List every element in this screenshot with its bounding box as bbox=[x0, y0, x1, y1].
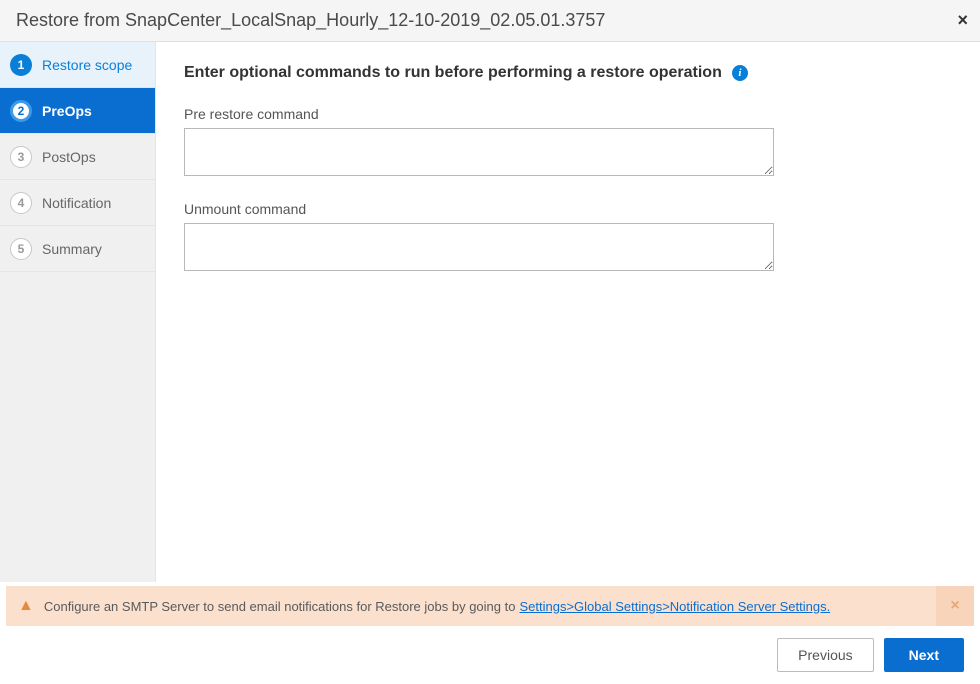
section-heading: Enter optional commands to run before pe… bbox=[184, 64, 952, 82]
unmount-label: Unmount command bbox=[184, 201, 952, 217]
unmount-group: Unmount command bbox=[184, 201, 952, 274]
step-label: Summary bbox=[42, 241, 102, 257]
close-button[interactable]: × bbox=[957, 10, 968, 31]
step-postops[interactable]: 3 PostOps bbox=[0, 134, 155, 180]
next-button[interactable]: Next bbox=[884, 638, 964, 672]
step-restore-scope[interactable]: 1 Restore scope bbox=[0, 42, 155, 88]
dialog-header: Restore from SnapCenter_LocalSnap_Hourly… bbox=[0, 0, 980, 42]
dialog-body: 1 Restore scope 2 PreOps 3 PostOps 4 Not… bbox=[0, 42, 980, 582]
smtp-warning-bar: ▲ Configure an SMTP Server to send email… bbox=[6, 586, 974, 626]
step-notification[interactable]: 4 Notification bbox=[0, 180, 155, 226]
step-number: 2 bbox=[10, 100, 32, 122]
step-number: 3 bbox=[10, 146, 32, 168]
step-label: PostOps bbox=[42, 149, 96, 165]
unmount-input[interactable] bbox=[184, 223, 774, 271]
wizard-sidebar: 1 Restore scope 2 PreOps 3 PostOps 4 Not… bbox=[0, 42, 156, 582]
heading-text: Enter optional commands to run before pe… bbox=[184, 64, 722, 82]
step-summary[interactable]: 5 Summary bbox=[0, 226, 155, 272]
settings-link[interactable]: Settings>Global Settings>Notification Se… bbox=[519, 599, 830, 614]
step-preops[interactable]: 2 PreOps bbox=[0, 88, 155, 134]
pre-restore-label: Pre restore command bbox=[184, 106, 952, 122]
dialog-footer: Previous Next bbox=[0, 626, 980, 684]
main-content: Enter optional commands to run before pe… bbox=[156, 42, 980, 582]
step-number: 5 bbox=[10, 238, 32, 260]
warning-text: Configure an SMTP Server to send email n… bbox=[44, 599, 516, 614]
dismiss-warning-button[interactable]: × bbox=[936, 586, 974, 626]
step-label: Restore scope bbox=[42, 57, 132, 73]
dialog-title: Restore from SnapCenter_LocalSnap_Hourly… bbox=[16, 10, 605, 31]
step-number: 4 bbox=[10, 192, 32, 214]
step-label: Notification bbox=[42, 195, 111, 211]
step-label: PreOps bbox=[42, 103, 92, 119]
step-number: 1 bbox=[10, 54, 32, 76]
warning-icon: ▲ bbox=[18, 597, 34, 615]
previous-button[interactable]: Previous bbox=[777, 638, 873, 672]
pre-restore-group: Pre restore command bbox=[184, 106, 952, 179]
pre-restore-input[interactable] bbox=[184, 128, 774, 176]
info-icon[interactable]: i bbox=[732, 65, 748, 81]
